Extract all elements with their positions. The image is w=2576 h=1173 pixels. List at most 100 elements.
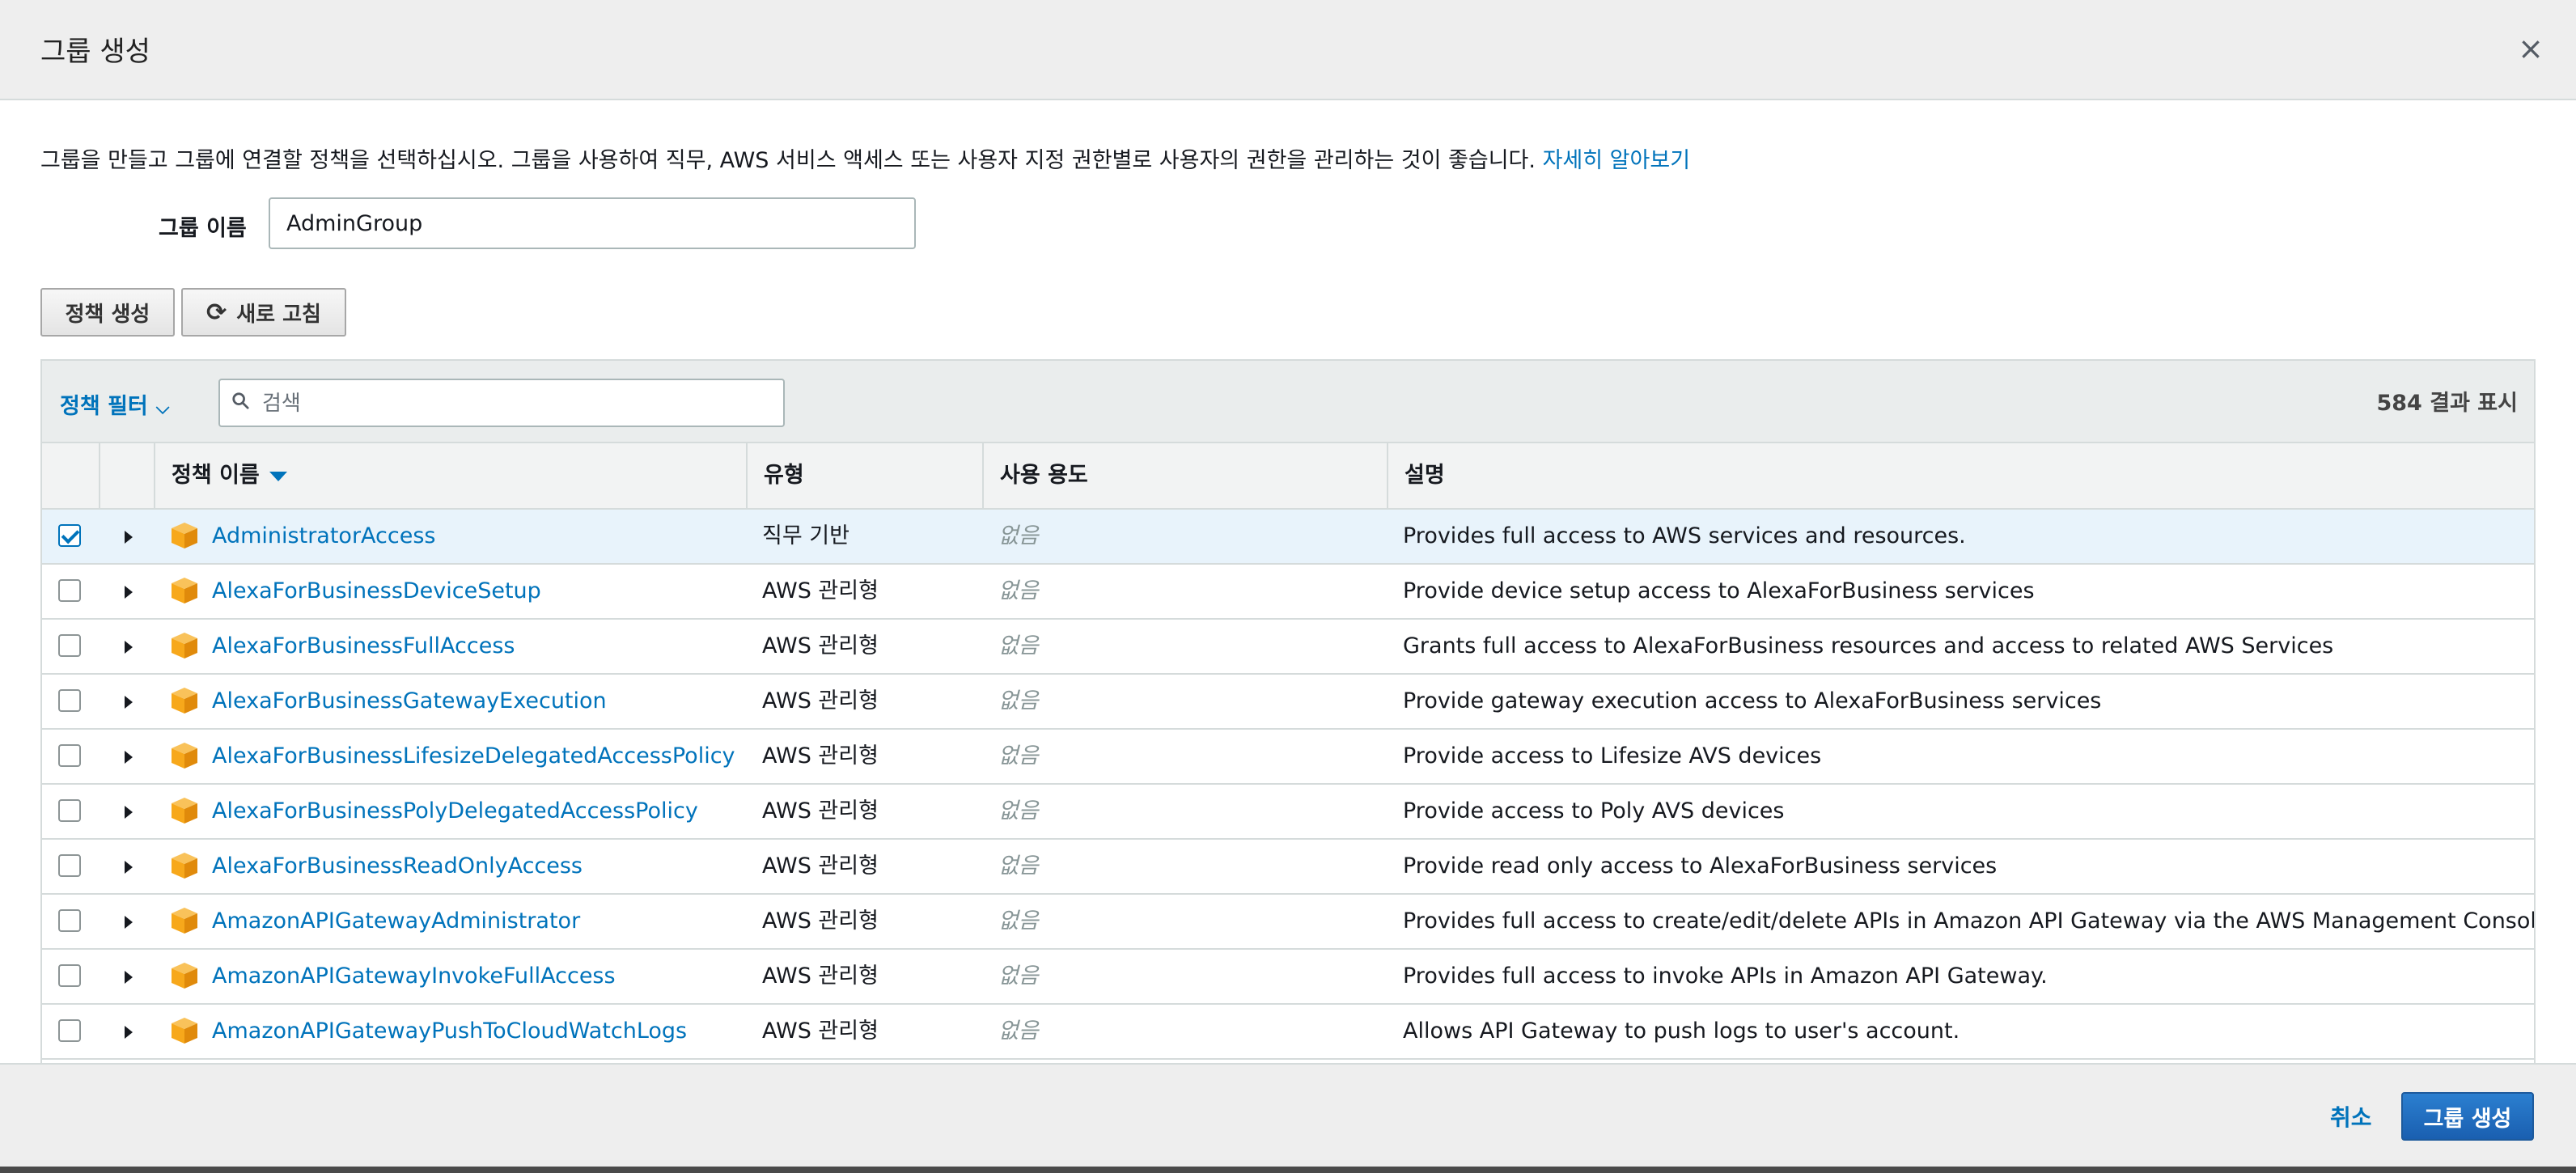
header-type[interactable]: 유형: [746, 443, 982, 508]
policy-cube-icon: [172, 688, 197, 714]
policy-type: AWS 관리형: [762, 578, 879, 603]
close-icon[interactable]: ×: [2515, 32, 2547, 65]
policy-type: AWS 관리형: [762, 963, 879, 989]
intro-description: 그룹을 만들고 그룹에 연결할 정책을 선택하십시오. 그룹을 사용하여 직무,…: [40, 148, 1536, 173]
policy-type: AWS 관리형: [762, 633, 879, 658]
policy-table: 정책 필터 ⌵ 584 결과 표시 정책 이름 유형 사용 용도 설명 Admin…: [40, 359, 2536, 1065]
expand-caret-icon[interactable]: [125, 916, 133, 929]
policy-description: Provides full access to invoke APIs in A…: [1403, 963, 2048, 989]
group-name-input[interactable]: [269, 197, 916, 249]
expand-caret-icon[interactable]: [125, 641, 133, 654]
table-header: 정책 이름 유형 사용 용도 설명: [42, 443, 2534, 510]
policy-description: Provide gateway execution access to Alex…: [1403, 688, 2102, 714]
policy-cube-icon: [172, 633, 197, 658]
policy-filter-label: 정책 필터: [60, 394, 148, 419]
expand-caret-icon[interactable]: [125, 696, 133, 709]
search-input[interactable]: [261, 387, 773, 421]
policy-name-link[interactable]: AmazonAPIGatewayPushToCloudWatchLogs: [212, 1005, 687, 1058]
policy-name-link[interactable]: AlexaForBusinessPolyDelegatedAccessPolic…: [212, 785, 698, 838]
policy-usage: 없음: [998, 633, 1039, 658]
policy-usage: 없음: [998, 743, 1039, 769]
row-checkbox[interactable]: [58, 579, 81, 602]
expand-caret-icon[interactable]: [125, 971, 133, 984]
table-body: AdministratorAccess 직무 기반 없음 Provides full …: [42, 510, 2534, 1060]
policy-filter-dropdown[interactable]: 정책 필터 ⌵: [60, 388, 169, 420]
header-select: [42, 443, 99, 508]
table-row[interactable]: AlexaForBusinessLifesizeDelegatedAccessP…: [42, 730, 2534, 785]
row-checkbox[interactable]: [58, 634, 81, 657]
table-row[interactable]: AmazonAPIGatewayInvokeFullAccess AWS 관리형 없…: [42, 950, 2534, 1005]
policy-cube-icon: [172, 963, 197, 989]
table-row[interactable]: AlexaForBusinessPolyDelegatedAccessPolic…: [42, 785, 2534, 840]
table-row[interactable]: AlexaForBusinessGatewayExecution AWS 관리형 없…: [42, 675, 2534, 730]
policy-usage: 없음: [998, 908, 1039, 934]
policy-usage: 없음: [998, 523, 1039, 548]
policy-name-link[interactable]: AdministratorAccess: [212, 510, 436, 563]
policy-usage: 없음: [998, 798, 1039, 824]
create-policy-button[interactable]: 정책 생성: [40, 288, 175, 337]
row-checkbox[interactable]: [58, 524, 81, 547]
expand-caret-icon[interactable]: [125, 531, 133, 544]
policy-cube-icon: [172, 1018, 197, 1044]
policy-description: Allows API Gateway to push logs to user'…: [1403, 1018, 1960, 1044]
policy-cube-icon: [172, 578, 197, 603]
expand-caret-icon[interactable]: [125, 861, 133, 874]
policy-name-link[interactable]: AlexaForBusinessLifesizeDelegatedAccessP…: [212, 730, 735, 783]
policy-name-link[interactable]: AlexaForBusinessFullAccess: [212, 620, 515, 673]
cancel-button[interactable]: 취소: [2330, 1100, 2372, 1133]
policy-usage: 없음: [998, 853, 1039, 879]
policy-description: Provide access to Poly AVS devices: [1403, 798, 1785, 824]
header-policy-name-label: 정책 이름: [172, 463, 260, 488]
policy-name-link[interactable]: AlexaForBusinessGatewayExecution: [212, 675, 607, 728]
row-checkbox[interactable]: [58, 1019, 81, 1042]
result-count: 584 결과 표시: [2376, 391, 2518, 416]
policy-name-link[interactable]: AmazonAPIGatewayAdministrator: [212, 895, 580, 948]
policy-cube-icon: [172, 853, 197, 879]
dialog-footer: 취소 그룹 생성: [0, 1063, 2576, 1167]
expand-caret-icon[interactable]: [125, 1026, 133, 1039]
row-checkbox[interactable]: [58, 964, 81, 987]
create-group-dialog: 그룹 생성 × 그룹을 만들고 그룹에 연결할 정책을 선택하십시오. 그룹을 …: [0, 0, 2576, 1167]
policy-description: Grants full access to AlexaForBusiness r…: [1403, 633, 2334, 658]
table-row[interactable]: AdministratorAccess 직무 기반 없음 Provides full …: [42, 510, 2534, 565]
header-usage[interactable]: 사용 용도: [982, 443, 1387, 508]
dialog-title: 그룹 생성: [40, 36, 150, 68]
create-group-button[interactable]: 그룹 생성: [2401, 1092, 2534, 1141]
row-checkbox[interactable]: [58, 689, 81, 712]
table-row[interactable]: AlexaForBusinessFullAccess AWS 관리형 없음 Grant…: [42, 620, 2534, 675]
refresh-label: 새로 고침: [236, 302, 321, 327]
sort-desc-icon: [269, 471, 287, 481]
expand-caret-icon[interactable]: [125, 806, 133, 819]
expand-caret-icon[interactable]: [125, 751, 133, 764]
header-policy-name[interactable]: 정책 이름: [154, 443, 746, 508]
refresh-button[interactable]: ⟳ 새로 고침: [181, 288, 346, 337]
policy-usage: 없음: [998, 688, 1039, 714]
row-checkbox[interactable]: [58, 909, 81, 932]
refresh-icon: ⟳: [206, 298, 227, 327]
header-description[interactable]: 설명: [1387, 443, 2534, 508]
table-row[interactable]: AmazonAPIGatewayAdministrator AWS 관리형 없음 Pr…: [42, 895, 2534, 950]
policy-name-link[interactable]: AmazonAPIGatewayInvokeFullAccess: [212, 950, 616, 1003]
chevron-down-icon: ⌵: [155, 398, 170, 418]
table-row[interactable]: AmazonAPIGatewayPushToCloudWatchLogs AWS …: [42, 1005, 2534, 1060]
policy-type: AWS 관리형: [762, 853, 879, 879]
row-checkbox[interactable]: [58, 854, 81, 877]
policy-description: Provide device setup access to AlexaForB…: [1403, 578, 2035, 603]
policy-usage: 없음: [998, 1018, 1039, 1044]
policy-description: Provides full access to create/edit/dele…: [1403, 908, 2536, 934]
policy-type: AWS 관리형: [762, 798, 879, 824]
expand-caret-icon[interactable]: [125, 586, 133, 599]
table-toolbar: 정책 필터 ⌵ 584 결과 표시: [42, 361, 2534, 443]
learn-more-link[interactable]: 자세히 알아보기: [1543, 148, 1690, 173]
table-row[interactable]: AlexaForBusinessDeviceSetup AWS 관리형 없음 Prov…: [42, 565, 2534, 620]
table-row[interactable]: AlexaForBusinessReadOnlyAccess AWS 관리형 없음 P…: [42, 840, 2534, 895]
policy-usage: 없음: [998, 578, 1039, 603]
policy-name-link[interactable]: AlexaForBusinessReadOnlyAccess: [212, 840, 583, 893]
policy-name-link[interactable]: AlexaForBusinessDeviceSetup: [212, 565, 541, 618]
policy-description: Provides full access to AWS services and…: [1403, 523, 1966, 548]
row-checkbox[interactable]: [58, 744, 81, 767]
row-checkbox[interactable]: [58, 799, 81, 822]
search-box[interactable]: [218, 379, 785, 427]
policy-type: AWS 관리형: [762, 1018, 879, 1044]
policy-description: Provide read only access to AlexaForBusi…: [1403, 853, 1998, 879]
